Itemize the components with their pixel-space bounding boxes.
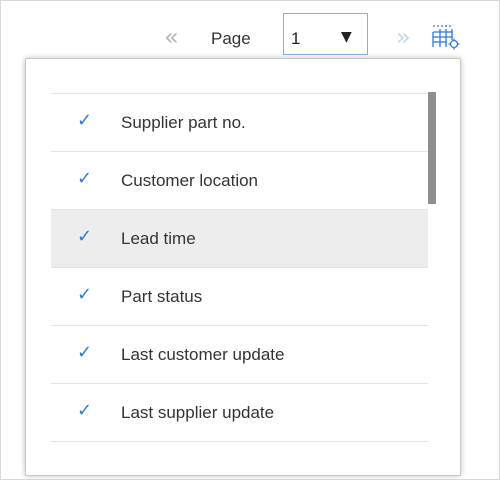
checkmark-icon: ✓ (77, 284, 93, 305)
column-item-supplier-part-no[interactable]: ✓ Supplier part no. (51, 94, 428, 152)
page-frame: « Page 1 ▼ » ✓ Supplier part no. ✓ Custo… (0, 0, 500, 480)
column-item-label: Last supplier update (121, 403, 275, 422)
next-page-icon[interactable]: » (396, 25, 411, 49)
column-item-label: Last customer update (121, 345, 285, 364)
page-label: Page (211, 29, 251, 48)
page-select-value: 1 (291, 29, 301, 48)
column-item-last-supplier-update[interactable]: ✓ Last supplier update (51, 384, 428, 442)
column-item-customer-location[interactable]: ✓ Customer location (51, 152, 428, 210)
column-item-label: Supplier part no. (121, 113, 246, 132)
checkmark-icon: ✓ (77, 342, 93, 363)
table-settings-icon[interactable] (429, 23, 463, 53)
scrollbar-thumb[interactable] (428, 92, 436, 204)
checkmark-icon: ✓ (77, 110, 93, 131)
chevron-down-icon: ▼ (341, 29, 352, 45)
column-item-label: Customer location (121, 171, 259, 190)
previous-page-icon[interactable]: « (164, 25, 179, 49)
checkmark-icon: ✓ (77, 226, 93, 247)
checkmark-icon: ✓ (77, 168, 93, 189)
column-settings-popover: ✓ Supplier part no. ✓ Customer location … (25, 58, 461, 476)
column-list: ✓ Supplier part no. ✓ Customer location … (51, 93, 428, 442)
checkmark-icon: ✓ (77, 400, 93, 421)
column-item-label: Part status (121, 287, 203, 306)
column-item-last-customer-update[interactable]: ✓ Last customer update (51, 326, 428, 384)
column-item-lead-time[interactable]: ✓ Lead time (51, 210, 428, 268)
column-item-part-status[interactable]: ✓ Part status (51, 268, 428, 326)
page-select[interactable]: 1 ▼ (283, 13, 368, 55)
column-item-label: Lead time (121, 229, 196, 248)
